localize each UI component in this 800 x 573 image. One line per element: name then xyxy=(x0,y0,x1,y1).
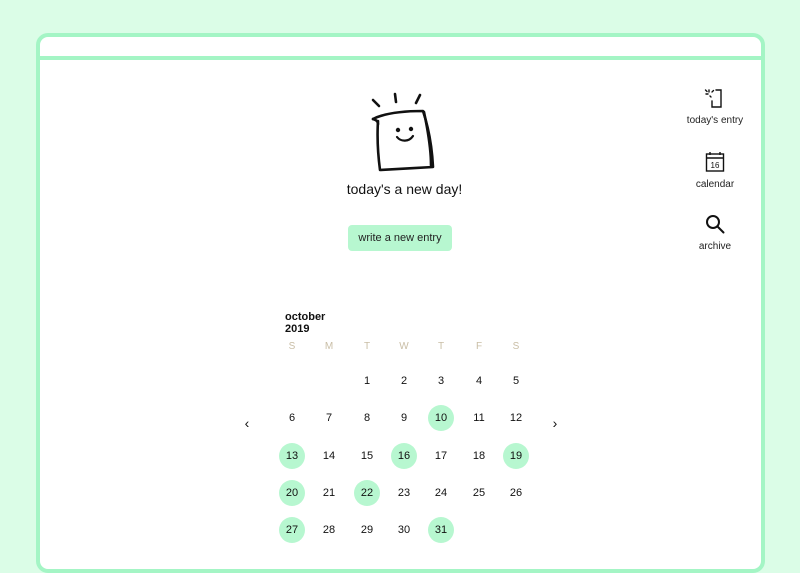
calendar-day[interactable]: 8 xyxy=(354,405,380,431)
calendar-day[interactable]: 23 xyxy=(391,480,417,506)
calendar-day[interactable]: 24 xyxy=(428,480,454,506)
calendar-day[interactable]: 25 xyxy=(466,480,492,506)
nav-item-archive[interactable]: archive xyxy=(670,213,760,252)
calendar-day[interactable]: 15 xyxy=(354,443,380,469)
nav-label-calendar: calendar xyxy=(695,179,735,190)
calendar-icon-date: 16 xyxy=(711,161,720,170)
calendar-day-with-entry[interactable]: 19 xyxy=(503,443,529,469)
calendar-day[interactable]: 5 xyxy=(503,368,529,394)
calendar-day[interactable]: 11 xyxy=(466,405,492,431)
calendar-day[interactable]: 2 xyxy=(391,368,417,394)
calendar-day[interactable]: 18 xyxy=(466,443,492,469)
weekday-header: M xyxy=(324,341,334,352)
calendar-day[interactable]: 17 xyxy=(428,443,454,469)
weekday-header: S xyxy=(512,341,520,352)
calendar-month-title: october 2019 xyxy=(285,311,326,335)
calendar-day[interactable]: 1 xyxy=(354,368,380,394)
calendar-day-with-entry[interactable]: 27 xyxy=(279,517,305,543)
calendar-day[interactable]: 3 xyxy=(428,368,454,394)
search-icon xyxy=(706,215,725,234)
app-window: today's a new day! write a new entry tod… xyxy=(36,33,765,573)
calendar-day[interactable]: 21 xyxy=(316,480,342,506)
nav-label-archive: archive xyxy=(698,241,732,252)
new-page-icon xyxy=(704,89,722,108)
calendar-day-with-entry[interactable]: 31 xyxy=(428,517,454,543)
calendar-day[interactable]: 12 xyxy=(503,405,529,431)
weekday-header: W xyxy=(399,341,409,352)
window-titlebar xyxy=(40,37,761,60)
calendar-icon: 16 xyxy=(705,152,725,172)
calendar-day[interactable]: 30 xyxy=(391,517,417,543)
calendar-day[interactable]: 6 xyxy=(279,405,305,431)
calendar-day-with-entry[interactable]: 16 xyxy=(391,443,417,469)
calendar-day[interactable]: 28 xyxy=(316,517,342,543)
write-new-entry-button[interactable]: write a new entry xyxy=(348,225,452,251)
calendar-day[interactable]: 9 xyxy=(391,405,417,431)
calendar-day[interactable]: 14 xyxy=(316,443,342,469)
tagline: today's a new day! xyxy=(346,181,463,197)
calendar-day[interactable]: 26 xyxy=(503,480,529,506)
smiling-notepad-icon xyxy=(371,92,435,172)
weekday-header: S xyxy=(288,341,296,352)
nav-label-todays-entry: today's entry xyxy=(686,115,744,126)
calendar-day[interactable]: 4 xyxy=(466,368,492,394)
nav-item-calendar[interactable]: 16 calendar xyxy=(670,151,760,190)
next-month-button[interactable]: › xyxy=(546,414,564,432)
weekday-header: T xyxy=(437,341,445,352)
prev-month-button[interactable]: ‹ xyxy=(238,414,256,432)
weekday-header: F xyxy=(475,341,483,352)
calendar-day-with-entry[interactable]: 22 xyxy=(354,480,380,506)
calendar-day-with-entry[interactable]: 13 xyxy=(279,443,305,469)
calendar-day-with-entry[interactable]: 20 xyxy=(279,480,305,506)
weekday-header: T xyxy=(363,341,371,352)
calendar-day-with-entry[interactable]: 10 xyxy=(428,405,454,431)
nav-item-todays-entry[interactable]: today's entry xyxy=(670,87,760,126)
calendar-day[interactable]: 29 xyxy=(354,517,380,543)
calendar-day[interactable]: 7 xyxy=(316,405,342,431)
